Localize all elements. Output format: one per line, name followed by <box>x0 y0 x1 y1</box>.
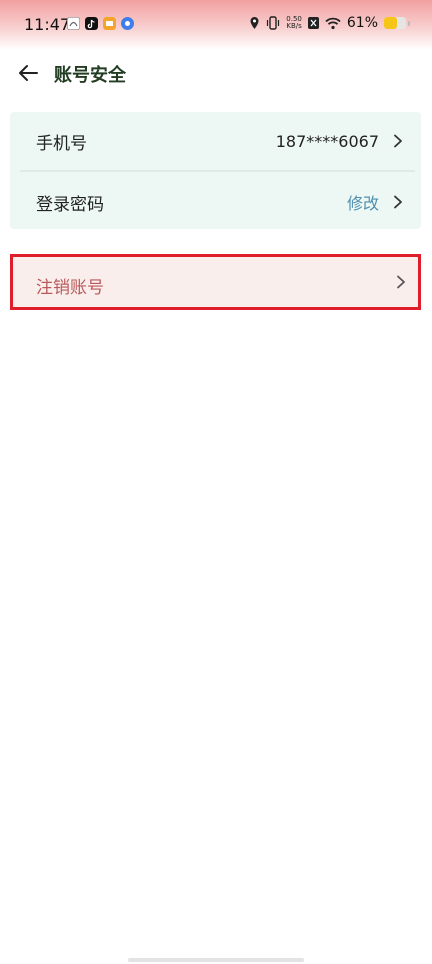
app-notification-icon <box>67 17 80 30</box>
battery-tip <box>408 20 410 26</box>
page-title: 账号安全 <box>54 65 126 86</box>
sim-disabled-icon <box>307 17 319 29</box>
chevron-right-icon <box>397 275 405 289</box>
back-button[interactable] <box>12 57 44 89</box>
status-bar: 11:47 0.50 KB/s 61% <box>0 0 432 50</box>
phone-number-value: 187****6067 <box>275 131 379 151</box>
status-time: 11:47 <box>24 15 71 34</box>
location-icon <box>250 17 259 29</box>
top-app-bar: 账号安全 <box>0 50 432 96</box>
deactivate-account-label: 注销账号 <box>36 278 104 298</box>
battery-icon <box>384 17 406 29</box>
home-indicator[interactable] <box>128 958 304 962</box>
tiktok-icon <box>85 17 98 30</box>
orange-app-icon <box>103 17 116 30</box>
battery-fill <box>384 17 398 29</box>
net-speed: 0.50 KB/s <box>286 16 302 30</box>
back-arrow-icon <box>19 65 38 81</box>
net-speed-unit: KB/s <box>286 22 302 30</box>
blue-app-icon <box>121 17 134 30</box>
vibrate-icon <box>267 16 280 30</box>
row-divider <box>20 170 415 172</box>
phone-number-row[interactable]: 手机号 187****6067 <box>10 112 421 170</box>
wifi-icon <box>325 17 341 29</box>
chevron-right-icon <box>394 134 402 148</box>
chevron-right-icon <box>394 195 402 209</box>
status-right: 0.50 KB/s 61% <box>249 15 410 31</box>
account-settings-card: 手机号 187****6067 登录密码 修改 <box>10 112 421 229</box>
login-password-row[interactable]: 登录密码 修改 <box>10 173 421 231</box>
deactivate-account-row[interactable]: 注销账号 <box>10 254 421 310</box>
modify-password-link[interactable]: 修改 <box>347 190 379 214</box>
battery-percent: 61% <box>346 15 378 31</box>
screen: 11:47 0.50 KB/s 61% 账号安全 手机号 187****6067… <box>0 0 432 964</box>
phone-number-label: 手机号 <box>36 133 87 154</box>
login-password-label: 登录密码 <box>36 194 104 215</box>
